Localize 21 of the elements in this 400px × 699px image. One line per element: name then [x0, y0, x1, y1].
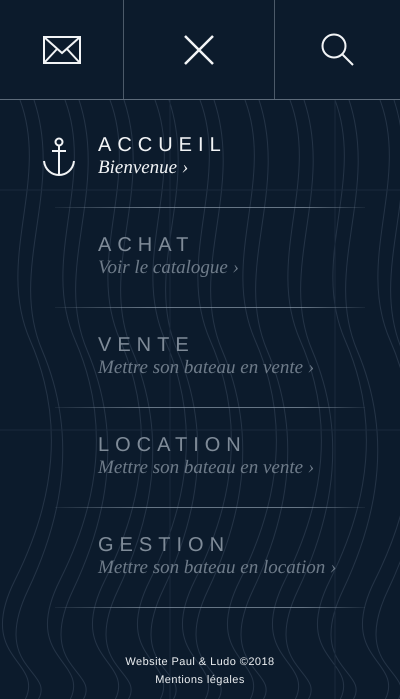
menu-item[interactable]: LOCATION Mettre son bateau en vente ›	[0, 408, 400, 507]
menu-title: VENTE	[98, 334, 196, 356]
menu-item[interactable]: ACCUEIL Bienvenue ›	[0, 108, 400, 207]
menu-item[interactable]: GESTION Mettre son bateau en location ›	[0, 508, 400, 607]
close-icon	[183, 34, 215, 66]
menu-title: ACCUEIL	[98, 134, 227, 156]
menu-item[interactable]: ACHAT Voir le catalogue ›	[0, 208, 400, 307]
search-icon	[320, 32, 354, 66]
menu-title: GESTION	[98, 534, 232, 556]
menu-item[interactable]: VENTE Mettre son bateau en vente ›	[0, 308, 400, 407]
menu-title: ACHAT	[98, 234, 196, 256]
copyright-text: Website Paul & Ludo ©2018	[125, 655, 275, 670]
mail-icon	[42, 36, 80, 64]
menu-title: LOCATION	[98, 434, 248, 456]
menu-subtitle: Mettre son bateau en vente ›	[98, 456, 314, 480]
menu-subtitle: Bienvenue ›	[98, 156, 190, 180]
menu-subtitle: Voir le catalogue ›	[98, 256, 239, 280]
menu-subtitle: Mettre son bateau en vente ›	[98, 356, 314, 380]
menu-subtitle: Mettre son bateau en location ›	[98, 556, 336, 580]
anchor-icon	[42, 137, 76, 177]
legal-link[interactable]: Mentions légales	[155, 672, 245, 688]
